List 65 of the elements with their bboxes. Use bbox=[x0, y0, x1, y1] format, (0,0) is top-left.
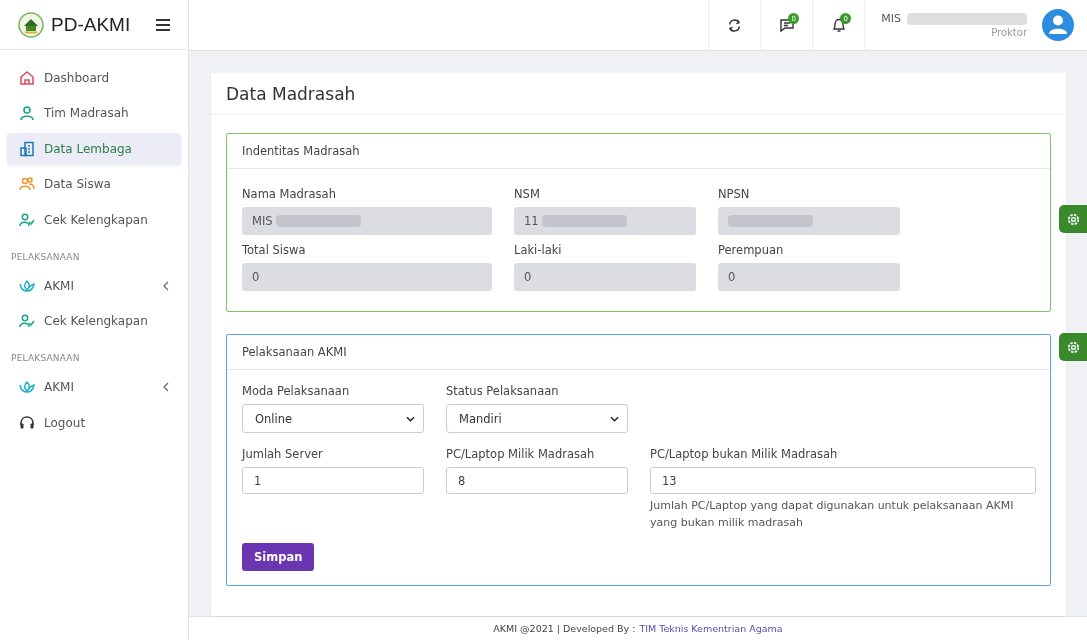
caret-icon bbox=[406, 415, 415, 422]
menu-button[interactable] bbox=[154, 16, 172, 33]
menu-icon bbox=[156, 18, 170, 31]
readonly-field[interactable]: 0 bbox=[514, 263, 696, 291]
panel-title: Indentitas Madrasah bbox=[242, 144, 360, 158]
readonly-field[interactable] bbox=[718, 207, 900, 235]
refresh-icon bbox=[727, 17, 743, 33]
field-label: Jumlah Server bbox=[242, 447, 324, 461]
field-label: Nama Madrasah bbox=[242, 187, 337, 201]
input-field[interactable]: 13 bbox=[650, 467, 1036, 494]
readonly-field[interactable]: MIS bbox=[242, 207, 492, 235]
field-label: Moda Pelaksanaan bbox=[242, 384, 351, 398]
footer-text: AKMI @2021 | Developed By : bbox=[493, 623, 636, 634]
field-label: PC/Laptop Milik Madrasah bbox=[446, 447, 596, 461]
field-label: NSM bbox=[514, 187, 541, 201]
field-label: Total Siswa bbox=[242, 243, 307, 257]
field-label: PC/Laptop bukan Milik Madrasah bbox=[650, 447, 839, 461]
lotus-icon bbox=[19, 379, 35, 395]
user-name: MIS bbox=[881, 12, 901, 25]
caret-icon bbox=[610, 415, 619, 422]
headset-icon bbox=[19, 414, 35, 431]
field-label: Laki-laki bbox=[514, 243, 563, 257]
sidebar-item[interactable]: Cek Kelengkapan bbox=[7, 305, 181, 337]
input-field[interactable]: 8 bbox=[446, 467, 628, 494]
sidebar-item[interactable]: Data Lembaga bbox=[7, 132, 181, 165]
settings-button[interactable] bbox=[1059, 205, 1087, 233]
field-label: NPSN bbox=[718, 187, 751, 201]
field-label: Status Pelaksanaan bbox=[446, 384, 560, 398]
user-check-icon bbox=[19, 313, 35, 329]
footer-link[interactable]: TIM Teknis Kementrian Agama bbox=[639, 623, 783, 634]
sidebar-item[interactable]: Cek Kelengkapan bbox=[7, 203, 181, 236]
lotus-icon bbox=[19, 277, 35, 294]
message-icon bbox=[778, 17, 795, 33]
readonly-field[interactable]: 11 bbox=[514, 207, 696, 235]
readonly-field[interactable]: 0 bbox=[718, 263, 900, 291]
home-icon bbox=[19, 69, 35, 86]
select-field[interactable]: Mandiri bbox=[446, 404, 628, 433]
sidebar-item[interactable]: Logout bbox=[7, 406, 181, 439]
field-label: Perempuan bbox=[718, 243, 785, 257]
app-title: PD-AKMI bbox=[51, 13, 132, 36]
settings-icon bbox=[1065, 211, 1081, 227]
sidebar-item[interactable]: Data Siswa bbox=[7, 168, 181, 200]
user-icon bbox=[19, 105, 35, 121]
save-button[interactable]: Simpan bbox=[242, 543, 315, 571]
sidebar-item[interactable]: Tim Madrasah bbox=[7, 97, 181, 129]
select-field[interactable]: Online bbox=[242, 404, 424, 433]
building-icon bbox=[19, 140, 35, 157]
logo-icon bbox=[18, 11, 44, 38]
settings-button[interactable] bbox=[1059, 333, 1087, 361]
avatar-icon[interactable] bbox=[1041, 8, 1075, 42]
section-heading: PELAKSANAAN bbox=[10, 251, 81, 262]
input-field[interactable]: 1 bbox=[242, 467, 424, 494]
help-text: Jumlah PC/Laptop yang dapat digunakan untuk pelaksanaan AKMI yang bukan milik madrasah bbox=[650, 498, 1015, 531]
bell-icon bbox=[830, 17, 847, 33]
section-heading: PELAKSANAAN bbox=[10, 353, 81, 363]
users-icon bbox=[19, 176, 35, 192]
sidebar-item[interactable]: Dashboard bbox=[7, 61, 181, 94]
panel-title: Pelaksanaan AKMI bbox=[242, 345, 347, 359]
readonly-field[interactable]: 0 bbox=[242, 263, 492, 291]
user-check-icon bbox=[19, 211, 35, 228]
settings-icon bbox=[1065, 339, 1081, 355]
page-title: Data Madrasah bbox=[226, 83, 356, 104]
user-role: Proktor bbox=[991, 27, 1027, 38]
sidebar-item[interactable]: AKMI bbox=[7, 371, 181, 403]
sidebar-item[interactable]: AKMI bbox=[7, 269, 181, 302]
